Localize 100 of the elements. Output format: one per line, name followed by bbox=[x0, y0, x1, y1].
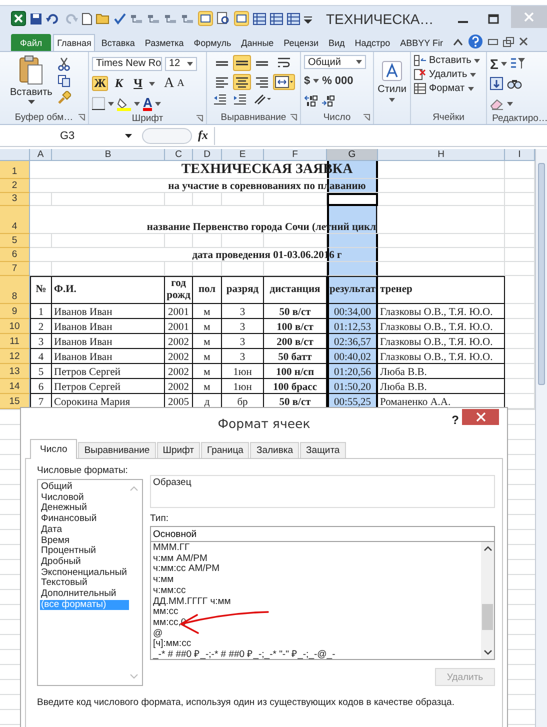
list-item[interactable]: [ч]:мм:сс bbox=[153, 639, 479, 650]
list-item[interactable]: Финансовый bbox=[40, 514, 129, 525]
row-header[interactable]: 4 bbox=[0, 206, 30, 234]
column-header[interactable]: B bbox=[52, 149, 165, 161]
list-item[interactable]: Процентный bbox=[40, 546, 129, 557]
ribbon-tab[interactable]: Главная bbox=[53, 34, 96, 51]
column-header[interactable]: D bbox=[193, 149, 222, 161]
list-item[interactable]: Экспоненциальный bbox=[40, 568, 129, 578]
table-cell: 6 bbox=[30, 379, 52, 394]
column-header[interactable]: F bbox=[264, 149, 327, 161]
thousands-button[interactable]: 000 bbox=[334, 74, 354, 86]
list-item[interactable]: ч:мм bbox=[153, 575, 479, 586]
row-header[interactable]: 13 bbox=[0, 364, 30, 379]
insert-cells-button[interactable]: Вставить bbox=[414, 55, 483, 66]
list-item[interactable]: ч:мм:сс bbox=[153, 586, 479, 597]
table-header-cell: год рожд bbox=[165, 276, 193, 304]
column-header[interactable]: H bbox=[378, 149, 505, 161]
type-field[interactable]: Основной bbox=[150, 526, 495, 542]
group-label: Ячейки bbox=[432, 112, 464, 123]
italic-button[interactable]: К bbox=[111, 76, 127, 91]
insert-function-button[interactable]: fx bbox=[198, 128, 208, 143]
list-item[interactable]: ч:мм:сс AM/PM bbox=[153, 564, 479, 576]
list-item[interactable]: Числовой bbox=[40, 492, 129, 504]
row-header[interactable]: 12 bbox=[0, 349, 30, 364]
table-cell: Люба В.В. bbox=[378, 364, 505, 379]
column-header[interactable]: C bbox=[165, 149, 193, 161]
row-header[interactable]: 7 bbox=[0, 262, 30, 276]
row-header[interactable]: 14 bbox=[0, 379, 30, 394]
paste-button[interactable]: Вставить bbox=[10, 55, 52, 111]
ribbon-tab[interactable]: Надстро bbox=[350, 34, 394, 51]
ribbon-tab[interactable]: Данные bbox=[237, 34, 278, 51]
percent-button[interactable]: % bbox=[322, 74, 332, 86]
dialog-tab[interactable]: Число bbox=[30, 439, 78, 459]
dialog-tab[interactable]: Граница bbox=[201, 442, 250, 458]
table-cell: Люба В.В. bbox=[378, 379, 505, 394]
list-item[interactable]: @ bbox=[153, 628, 479, 640]
row-header[interactable]: 3 bbox=[0, 193, 30, 206]
list-item[interactable]: _-* # ##0 ₽_-;-* # ##0 ₽_-;_-* "-" ₽_-;_-@_- bbox=[153, 650, 479, 661]
name-box[interactable]: G3 bbox=[12, 128, 136, 144]
shrink-font-button[interactable]: A bbox=[177, 78, 184, 89]
row-header[interactable]: 5 bbox=[0, 234, 30, 248]
list-item[interactable]: Денежный bbox=[40, 503, 129, 514]
row-header[interactable]: 11 bbox=[0, 334, 30, 349]
table-cell: 2002 bbox=[165, 349, 193, 364]
bold-button[interactable]: Ж bbox=[92, 76, 108, 91]
table-cell: Иванов Иван bbox=[52, 319, 165, 334]
field-label: Числовые форматы: bbox=[37, 465, 129, 476]
font-color-button[interactable]: A bbox=[143, 96, 152, 110]
grow-font-button[interactable]: A bbox=[164, 76, 174, 92]
list-item[interactable]: Время bbox=[40, 536, 129, 546]
column-header[interactable]: G bbox=[327, 149, 378, 161]
row-header[interactable]: 8 bbox=[0, 276, 30, 304]
list-item[interactable]: Общий bbox=[40, 482, 129, 493]
row-header[interactable]: 2 bbox=[0, 179, 30, 193]
list-item[interactable]: Дополнительный bbox=[40, 589, 129, 600]
underline-button[interactable]: Ч bbox=[130, 76, 146, 91]
list-item[interactable]: Дата bbox=[40, 524, 129, 536]
ribbon-tab[interactable]: Формуль bbox=[190, 34, 236, 51]
category-list[interactable]: Общий Числовой Денежный Финансовый Дата Время Процентный Дробный Экспоненциальный Текстовый Дополнительный (все форматы) bbox=[37, 479, 143, 686]
dialog-tab[interactable]: Заливка bbox=[250, 442, 300, 458]
currency-button[interactable]: $ bbox=[304, 74, 310, 86]
dialog-tab[interactable]: Шрифт bbox=[156, 442, 200, 458]
ribbon-tab[interactable]: Рецензи bbox=[280, 34, 322, 51]
row-header[interactable]: 15 bbox=[0, 394, 30, 409]
column-header[interactable]: A bbox=[30, 149, 52, 161]
row-header[interactable]: 1 bbox=[0, 161, 30, 179]
ribbon-tab[interactable]: Разметка bbox=[140, 34, 188, 51]
table-cell: 02:36,57 bbox=[327, 334, 378, 349]
dialog-tab[interactable]: Защита bbox=[300, 442, 346, 458]
row-header[interactable]: 6 bbox=[0, 248, 30, 262]
table-cell: 2001 bbox=[165, 304, 193, 319]
font-size-field[interactable]: 12 bbox=[165, 56, 197, 70]
table-cell: 2002 bbox=[165, 334, 193, 349]
list-item[interactable]: МММ.ГГ bbox=[153, 543, 479, 554]
list-item[interactable]: Текстовый bbox=[40, 578, 129, 590]
ribbon-tab[interactable]: Вставка bbox=[97, 34, 139, 51]
autosum-button[interactable]: Σ bbox=[490, 56, 498, 72]
ribbon-tab[interactable]: ABBYY Fir bbox=[396, 34, 448, 51]
list-item[interactable]: ч:мм AM/PM bbox=[153, 554, 479, 564]
delete-cells-button[interactable]: Удалить bbox=[414, 69, 483, 80]
table-cell: 1юн bbox=[222, 379, 264, 394]
list-item[interactable]: Дробный bbox=[40, 556, 129, 568]
row-header[interactable]: 9 bbox=[0, 304, 30, 319]
dialog-tab[interactable]: Выравнивание bbox=[78, 442, 156, 458]
help-button[interactable]: ? bbox=[452, 413, 459, 427]
font-name-field[interactable]: Times New Ro bbox=[92, 56, 162, 70]
ribbon-tab[interactable]: Файл bbox=[11, 34, 52, 51]
row-header[interactable]: 10 bbox=[0, 319, 30, 334]
group-label: Образец bbox=[153, 477, 192, 488]
table-cell: 1 bbox=[30, 304, 52, 319]
number-format-field[interactable]: Общий bbox=[304, 55, 366, 69]
format-cells-button[interactable]: Формат bbox=[414, 83, 483, 94]
column-header[interactable]: I bbox=[505, 149, 535, 161]
list-item[interactable]: мм:сс bbox=[153, 607, 479, 618]
list-item[interactable]: ДД.ММ.ГГГГ ч:мм bbox=[153, 596, 479, 608]
table-cell: Глазковы О.В., Т.Я. Ю.О. bbox=[378, 319, 505, 334]
table-header-cell: Ф.И. bbox=[52, 276, 165, 304]
ribbon-tab[interactable]: Вид bbox=[324, 34, 349, 51]
styles-button[interactable]: Стили bbox=[378, 55, 406, 111]
column-header[interactable]: E bbox=[222, 149, 264, 161]
